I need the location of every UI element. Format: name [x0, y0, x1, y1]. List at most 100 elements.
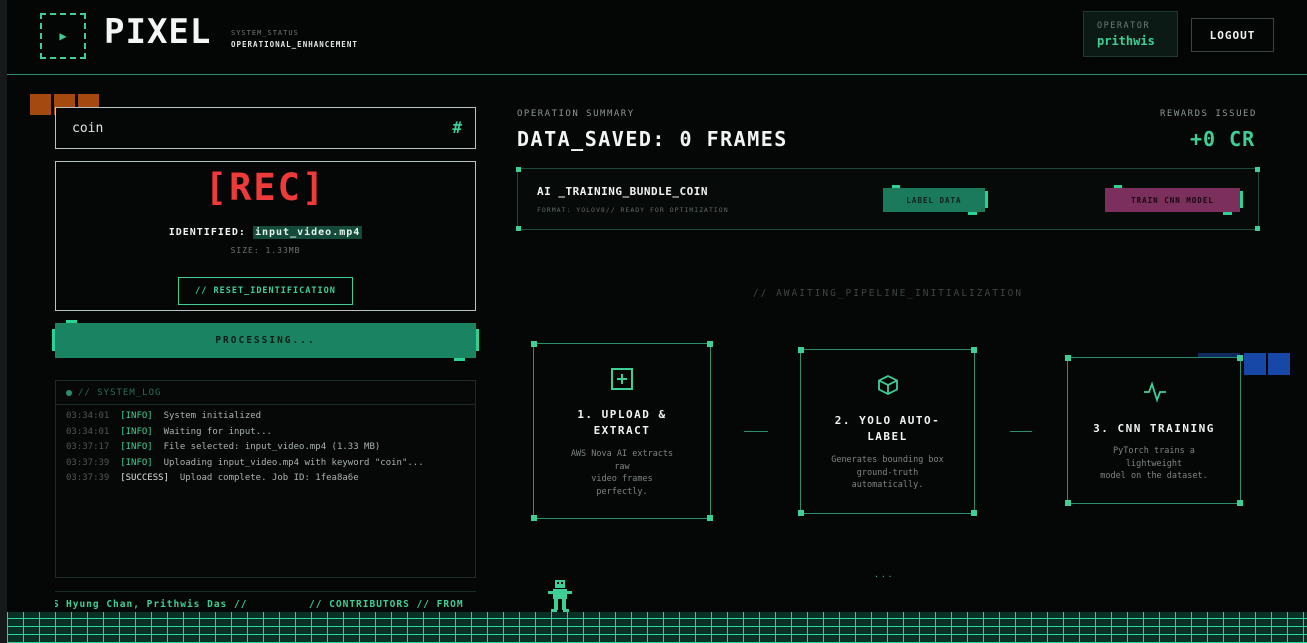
- data-saved-value: DATA_SAVED: 0 FRAMES: [517, 127, 788, 151]
- rewards-value: +0 CR: [1190, 127, 1256, 151]
- step-desc-line: lightweight: [1125, 458, 1183, 469]
- step-desc-line: automatically.: [851, 480, 924, 490]
- step-desc-line: perfectly.: [596, 486, 648, 497]
- system-status-value: OPERATIONAL_ENHANCEMENT: [231, 40, 358, 49]
- corner-marker: [707, 341, 713, 347]
- corner-marker: [531, 341, 537, 347]
- pipeline-step-upload[interactable]: 1. UPLOAD & EXTRACT AWS Nova AI extracts…: [531, 341, 713, 521]
- log-entry: 03:34:01 [INFO] System initialized: [66, 411, 261, 421]
- training-bundle-card: AI _TRAINING_BUNDLE_COIN FORMAT: YOLOV8/…: [516, 167, 1260, 231]
- bundle-subtitle: FORMAT: YOLOV8// READY FOR OPTIMIZATION: [537, 206, 729, 214]
- log-time: 03:37:39: [66, 458, 110, 468]
- log-tag: [INFO]: [120, 442, 153, 452]
- play-glyph: ▶: [59, 29, 67, 43]
- corner-marker: [1065, 500, 1071, 506]
- button-bracket: [968, 212, 977, 215]
- button-bracket: [892, 185, 900, 188]
- log-message: Waiting for input...: [163, 427, 272, 437]
- step-title-line: LABEL: [867, 430, 908, 443]
- step-desc-line: PyTorch trains a: [1113, 446, 1195, 456]
- file-size: SIZE: 1.33MB: [230, 246, 301, 255]
- button-bracket: [985, 191, 988, 208]
- rewards-label: REWARDS ISSUED: [1160, 109, 1257, 119]
- marquee-fragment: S: [55, 599, 60, 610]
- operator-label: OPERATOR: [1097, 21, 1150, 31]
- step-desc-line: video frames: [591, 474, 653, 484]
- operation-summary-label: OPERATION SUMMARY: [517, 109, 635, 119]
- step-description: Generates bounding box ground-truth auto…: [801, 454, 974, 492]
- step-title-line: EXTRACT: [593, 424, 651, 437]
- corner-marker: [1237, 355, 1243, 361]
- button-bracket: [1240, 191, 1243, 208]
- log-tag: [INFO]: [120, 458, 153, 468]
- brand-title: PIXEL: [104, 12, 212, 52]
- pixel-block-decoration: [1244, 353, 1266, 375]
- step-title-line: 1. UPLOAD &: [577, 408, 667, 421]
- loading-dots: ...: [874, 570, 895, 579]
- brick-floor-decoration: [7, 612, 1307, 643]
- marquee-contributors-names: Hyung Chan, Prithwis Das //: [66, 599, 248, 610]
- system-log-header: // SYSTEM_LOG: [56, 381, 475, 405]
- log-entry: 03:37:39 [SUCCESS] Upload complete. Job …: [66, 473, 359, 483]
- step-desc-line: model on the dataset.: [1100, 471, 1208, 481]
- step-title: 1. UPLOAD & EXTRACT: [534, 407, 710, 439]
- corner-marker: [798, 510, 804, 516]
- step-desc-line: raw: [614, 461, 630, 472]
- marquee-contributors-label: // CONTRIBUTORS // FROM: [309, 599, 464, 610]
- identified-file-name: input_video.mp4: [252, 226, 363, 239]
- train-cnn-model-button[interactable]: TRAIN CNN MODEL: [1105, 188, 1240, 212]
- plus-square-icon: [611, 368, 633, 390]
- pixel-block-decoration: [1268, 353, 1290, 375]
- pixel-block-decoration: [30, 94, 51, 115]
- step-title-line: 2. YOLO AUTO-: [834, 414, 941, 427]
- system-log-panel[interactable]: // SYSTEM_LOG 03:34:01 [INFO] System ini…: [55, 380, 476, 578]
- processing-bracket: [66, 320, 77, 323]
- step-title-line: 3. CNN TRAINING: [1093, 422, 1215, 435]
- rec-indicator: [REC]: [204, 166, 327, 209]
- corner-marker: [531, 515, 537, 521]
- button-bracket: [1223, 212, 1232, 215]
- corner-marker: [971, 347, 977, 353]
- play-logo-icon[interactable]: ▶: [40, 13, 86, 59]
- operator-badge: OPERATOR prithwis: [1083, 11, 1178, 57]
- log-tag: [INFO]: [120, 427, 153, 437]
- logout-button[interactable]: LOGOUT: [1191, 18, 1274, 52]
- label-data-button[interactable]: LABEL DATA: [883, 188, 985, 212]
- corner-marker: [1065, 355, 1071, 361]
- corner-marker: [516, 167, 521, 172]
- log-status-dot: [66, 389, 72, 396]
- log-tag: [SUCCESS]: [120, 473, 169, 483]
- processing-bracket: [454, 358, 465, 361]
- log-message: System initialized: [163, 411, 262, 421]
- pipeline-connector: [1010, 431, 1032, 432]
- log-entry: 03:34:01 [INFO] Waiting for input...: [66, 427, 272, 437]
- log-entry: 03:37:39 [INFO] Uploading input_video.mp…: [66, 458, 424, 468]
- pixel-character-icon: [548, 580, 572, 612]
- processing-button[interactable]: PROCESSING...: [55, 323, 476, 358]
- log-time: 03:37:39: [66, 473, 110, 483]
- step-description: PyTorch trains a lightweight model on th…: [1068, 445, 1240, 483]
- identified-label: IDENTIFIED:: [168, 227, 246, 238]
- window-edge: [0, 0, 7, 643]
- corner-marker: [707, 515, 713, 521]
- keyword-search: #: [55, 107, 476, 149]
- pulse-icon: [1144, 381, 1166, 403]
- pipeline-connector: [744, 431, 768, 432]
- processing-bracket: [52, 329, 55, 351]
- log-message: File selected: input_video.mp4 (1.33 MB): [163, 442, 381, 452]
- log-time: 03:34:01: [66, 427, 110, 437]
- pipeline-step-cnn[interactable]: 3. CNN TRAINING PyTorch trains a lightwe…: [1065, 355, 1243, 506]
- reset-identification-button[interactable]: // RESET_IDENTIFICATION: [178, 277, 353, 305]
- bundle-title: AI _TRAINING_BUNDLE_COIN: [537, 185, 708, 198]
- corner-marker: [1255, 167, 1260, 172]
- log-tag: [INFO]: [120, 411, 153, 421]
- step-title: 3. CNN TRAINING: [1068, 421, 1240, 437]
- step-desc-line: Generates bounding box: [831, 455, 944, 465]
- button-bracket: [1114, 185, 1122, 188]
- keyword-input[interactable]: [56, 108, 432, 148]
- corner-marker: [1255, 226, 1260, 231]
- pipeline-status: // AWAITING_PIPELINE_INITIALIZATION: [752, 288, 1024, 299]
- processing-bracket: [476, 329, 479, 351]
- corner-marker: [1237, 500, 1243, 506]
- pipeline-step-yolo[interactable]: 2. YOLO AUTO- LABEL Generates bounding b…: [798, 347, 977, 516]
